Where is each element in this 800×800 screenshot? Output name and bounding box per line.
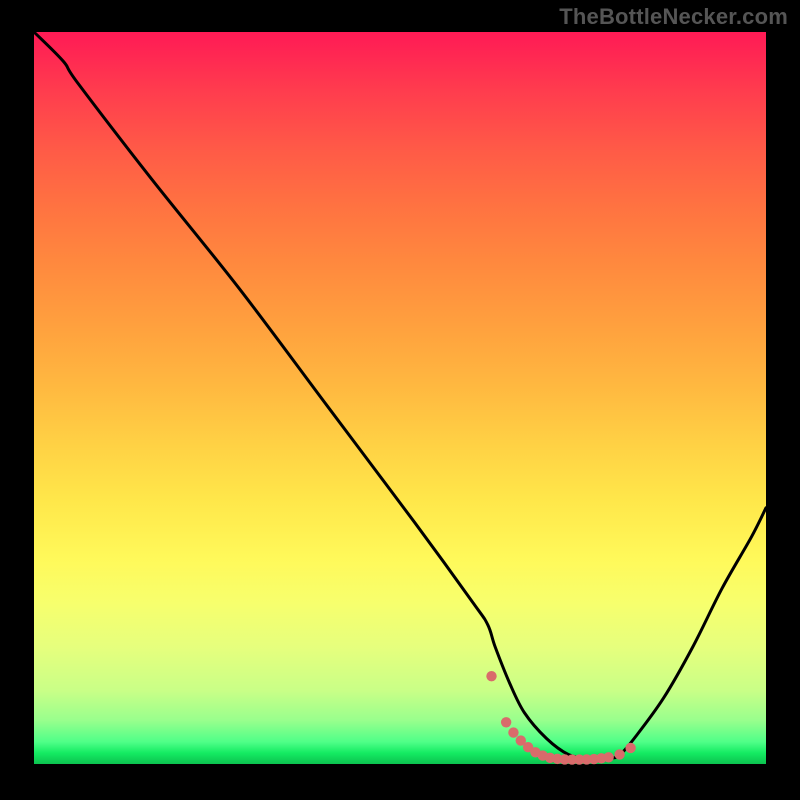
plot-area	[34, 32, 766, 764]
watermark-text: TheBottleNecker.com	[559, 4, 788, 30]
plot-svg	[34, 32, 766, 764]
bottleneck-curve	[34, 32, 766, 760]
chart-frame: TheBottleNecker.com	[0, 0, 800, 800]
